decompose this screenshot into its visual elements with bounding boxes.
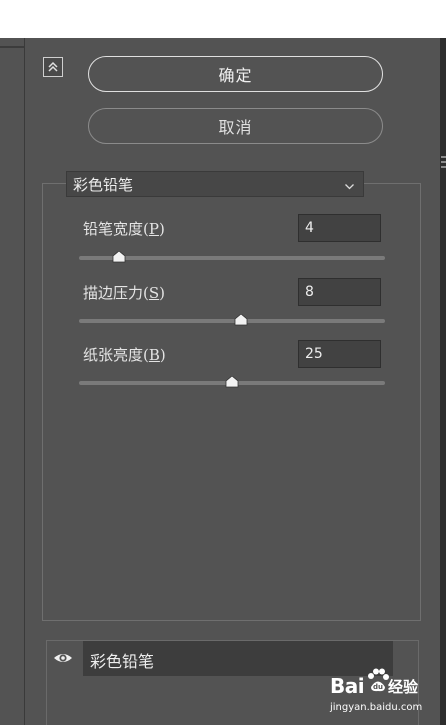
paper-brightness-slider[interactable] bbox=[79, 376, 385, 388]
chevron-down-icon bbox=[344, 178, 355, 196]
paper-brightness-label: 纸张亮度(B) bbox=[83, 346, 166, 364]
filter-select-value: 彩色铅笔 bbox=[73, 175, 134, 194]
pencil-width-label: 铅笔宽度(P) bbox=[83, 220, 165, 238]
collapse-icon[interactable] bbox=[43, 57, 63, 77]
top-white-area bbox=[0, 0, 446, 38]
paper-brightness-input[interactable]: 25 bbox=[298, 340, 381, 368]
filter-settings-group bbox=[42, 183, 421, 621]
paw-icon: du bbox=[366, 668, 390, 698]
stroke-pressure-label: 描边压力(S) bbox=[83, 284, 166, 302]
pencil-width-input[interactable]: 4 bbox=[298, 214, 381, 242]
pencil-width-slider[interactable] bbox=[79, 251, 385, 263]
right-edge-scrollbar[interactable] bbox=[440, 38, 446, 725]
eye-icon[interactable] bbox=[53, 650, 73, 670]
watermark-url: jingyan.baidu.com bbox=[330, 702, 423, 713]
stroke-pressure-slider[interactable] bbox=[79, 314, 385, 326]
cancel-button[interactable]: 取消 bbox=[88, 108, 383, 144]
layer-row[interactable]: 彩色铅笔 bbox=[47, 641, 419, 676]
watermark-brand: 经验 bbox=[388, 678, 419, 696]
watermark-logo: Bai bbox=[330, 674, 365, 698]
filter-select[interactable]: 彩色铅笔 bbox=[66, 171, 364, 197]
layer-name[interactable]: 彩色铅笔 bbox=[83, 641, 393, 676]
ok-button[interactable]: 确定 bbox=[88, 56, 383, 92]
svg-text:du: du bbox=[373, 683, 383, 691]
baidu-watermark: Bai du 经验 jingyan.baidu.com bbox=[330, 668, 446, 720]
stroke-pressure-input[interactable]: 8 bbox=[298, 278, 381, 306]
left-preview-panel bbox=[0, 38, 25, 725]
